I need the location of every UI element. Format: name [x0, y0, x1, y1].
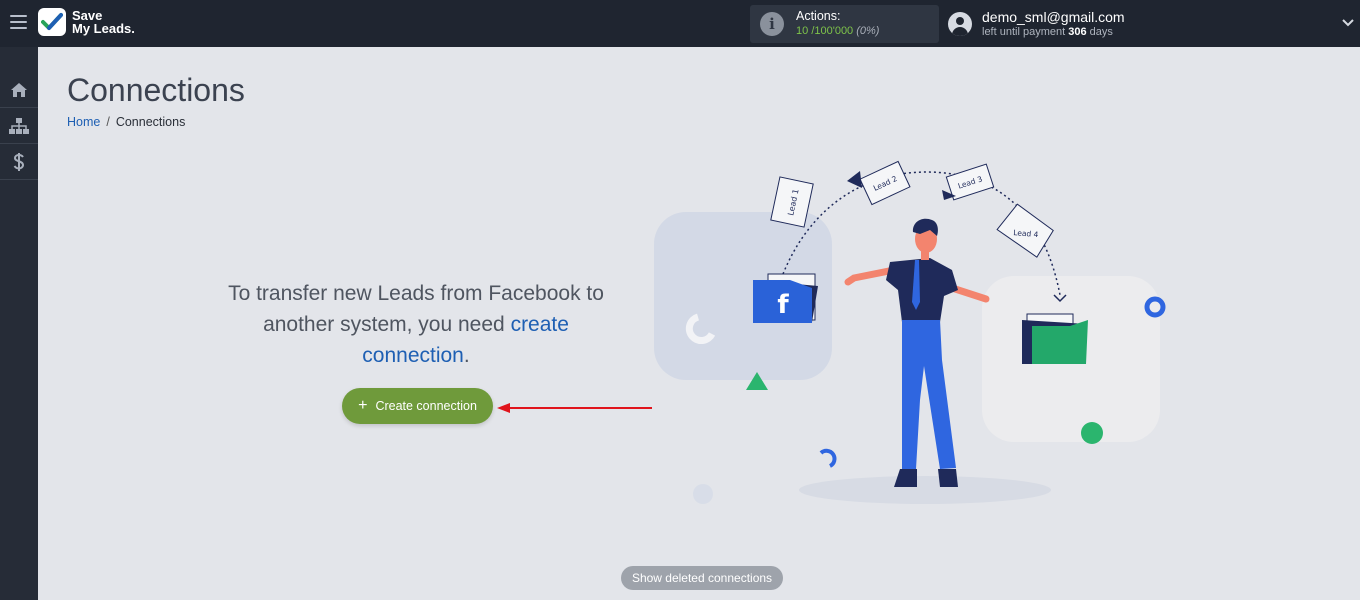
payment-days-left: left until payment 306 days [982, 26, 1113, 38]
annotation-arrow-icon [497, 403, 652, 413]
home-icon [11, 82, 27, 97]
breadcrumb-home-link[interactable]: Home [67, 115, 100, 129]
facebook-letter: f [777, 290, 789, 320]
breadcrumb: Home / Connections [67, 115, 185, 129]
sidebar-item-billing[interactable] [0, 144, 38, 180]
actions-label: Actions: [796, 9, 841, 23]
plus-icon: + [358, 397, 368, 414]
sidebar-item-home[interactable] [0, 72, 38, 108]
actions-counter: i Actions: 10 /100'000 (0%) [750, 5, 939, 43]
empty-state-message: To transfer new Leads from Facebook to a… [228, 282, 604, 367]
user-avatar-icon[interactable] [948, 12, 972, 36]
show-deleted-connections-button[interactable]: Show deleted connections [621, 566, 783, 590]
logo-text: Save My Leads. [72, 8, 135, 36]
breadcrumb-separator: / [106, 115, 110, 129]
breadcrumb-current: Connections [115, 115, 186, 129]
create-connection-button-label: Create connection [375, 399, 477, 413]
page-title: Connections [67, 72, 245, 108]
menu-icon[interactable] [10, 15, 27, 30]
sidebar [0, 47, 38, 600]
actions-value: 10 /100'000 (0%) [796, 25, 880, 37]
connection-illustration: Lead 1 Lead 2 Lead 3 Lead 4 f [654, 160, 1166, 504]
app-logo[interactable]: Save My Leads. [38, 8, 135, 36]
top-bar: Save My Leads. i Actions: 10 /100'000 (0… [0, 0, 1360, 47]
sidebar-item-connections[interactable] [0, 108, 38, 144]
chevron-down-icon[interactable] [1341, 15, 1355, 29]
create-connection-button[interactable]: + Create connection [342, 388, 493, 424]
dollar-icon [13, 152, 25, 171]
checkmark-logo-icon [38, 8, 66, 36]
sitemap-icon [9, 117, 29, 134]
info-icon: i [760, 12, 784, 36]
user-email[interactable]: demo_sml@gmail.com [982, 9, 1125, 25]
